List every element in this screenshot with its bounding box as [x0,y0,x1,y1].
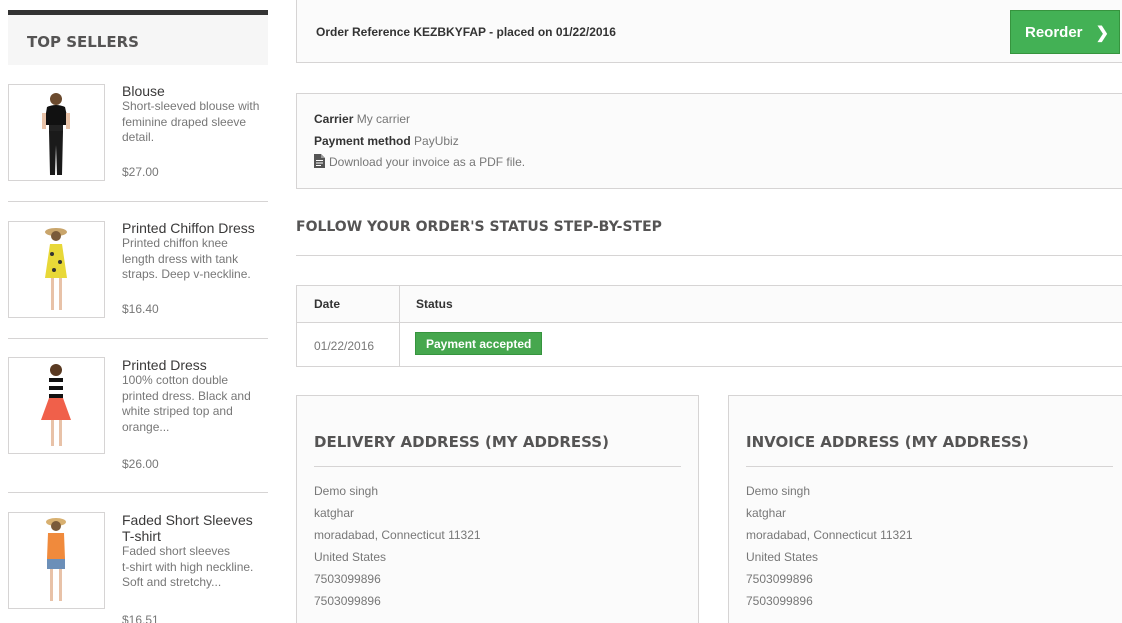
address-line: 7503099896 [314,594,381,608]
carrier-line: Carrier My carrier [314,112,410,126]
address-line: Demo singh [314,484,379,498]
order-reference-box: Order Reference KEZBKYFAP - placed on 01… [296,0,1122,63]
column-divider [399,286,400,366]
product-price: $27.00 [122,165,159,179]
reorder-button[interactable]: Reorder ❯ [1010,10,1120,54]
carrier-value: My carrier [356,112,411,126]
desc-line: straps. Deep v-neckline. [122,267,251,281]
desc-line: t-shirt with high neckline. [122,559,254,574]
product-item-faded-short-sleeves-tshirt: Faded Short Sleeves T-shirt Faded short … [8,493,268,623]
address-line: 7503099896 [746,594,813,608]
top-sellers-title: TOP SELLERS [8,10,268,65]
document-icon [314,154,325,168]
product-description: Printed chiffon knee length dress with t… [122,236,268,283]
invoice-download-link[interactable]: Download your invoice as a PDF file. [314,154,525,169]
desc-line: Printed chiffon knee [122,236,228,250]
divider [296,255,1122,256]
desc-line: Short-sleeved blouse with [122,99,260,113]
invoice-address-box: INVOICE ADDRESS (MY ADDRESS) Demo singh … [728,395,1122,623]
carrier-info-box: Carrier My carrier Payment method PayUbi… [296,93,1122,189]
invoice-download-text[interactable]: Download your invoice as a PDF file. [329,155,525,169]
invoice-address-title: INVOICE ADDRESS (MY ADDRESS) [746,433,1029,451]
product-price: $16.51 [122,613,159,623]
divider [746,466,1113,467]
address-line: United States [314,550,387,564]
product-image-blouse[interactable] [8,84,105,181]
product-price: $26.00 [122,457,159,471]
payment-method-value: PayUbiz [414,134,459,148]
desc-line: Faded short sleeves [122,544,231,558]
delivery-address-box: DELIVERY ADDRESS (MY ADDRESS) Demo singh… [296,395,699,623]
status-date-cell: 01/22/2016 [314,339,375,353]
order-reference-text: Order Reference KEZBKYFAP - placed on 01… [316,25,616,39]
product-image-faded-short-sleeves-tshirt[interactable] [8,512,105,609]
divider [314,466,681,467]
order-status-title: FOLLOW YOUR ORDER'S STATUS STEP-BY-STEP [296,219,662,235]
product-name-line2[interactable]: T-shirt [122,528,268,544]
address-line: moradabad, Connecticut 11321 [314,528,481,542]
order-details: Order Reference KEZBKYFAP - placed on 01… [296,0,1122,623]
address-line: katghar [314,506,355,520]
desc-line: printed dress. Black and [122,388,251,403]
desc-line: detail. [122,130,155,144]
top-sellers-block: TOP SELLERS Blouse Short-sleeved blouse … [8,10,268,623]
desc-line: length dress with tank [122,251,239,266]
delivery-address-title: DELIVERY ADDRESS (MY ADDRESS) [314,433,609,451]
reorder-label: Reorder [1025,24,1083,41]
address-line: United States [746,550,819,564]
address-line: moradabad, Connecticut 11321 [746,528,913,542]
product-item-printed-chiffon-dress: Printed Chiffon Dress Printed chiffon kn… [8,202,268,339]
date-column-header: Date [314,297,341,311]
address-line: Demo singh [746,484,811,498]
product-item-blouse: Blouse Short-sleeved blouse with feminin… [8,65,268,202]
address-line: 7503099896 [314,572,381,586]
product-description: Faded short sleeves t-shirt with high ne… [122,544,268,591]
table-header-row: Date Status [297,286,1122,323]
product-item-printed-dress: Printed Dress 100% cotton double printed… [8,339,268,493]
desc-line: Soft and stretchy... [122,575,222,589]
status-badge: Payment accepted [415,332,543,355]
desc-line: feminine draped sleeve [122,114,247,129]
product-name[interactable]: Printed Dress [122,357,268,373]
address-line: katghar [746,506,787,520]
status-column-header: Status [416,297,453,311]
payment-method-label: Payment method [314,134,411,148]
product-image-printed-dress[interactable] [8,357,105,454]
desc-line: white striped top and [122,404,233,418]
product-description: Short-sleeved blouse with feminine drape… [122,99,268,146]
product-name[interactable]: Printed Chiffon Dress [122,220,268,236]
address-line: 7503099896 [746,572,813,586]
product-name[interactable]: Faded Short Sleeves [122,512,268,528]
product-price: $16.40 [122,302,159,316]
payment-method-line: Payment method PayUbiz [314,134,459,148]
order-status-table: Date Status 01/22/2016 Payment accepted [296,285,1122,367]
product-description: 100% cotton double printed dress. Black … [122,373,268,435]
desc-line: 100% cotton double [122,373,229,387]
product-image-printed-chiffon-dress[interactable] [8,221,105,318]
desc-line: orange... [122,419,170,434]
product-name[interactable]: Blouse [122,83,268,99]
carrier-label: Carrier [314,112,354,126]
chevron-right-icon: ❯ [1095,25,1109,42]
